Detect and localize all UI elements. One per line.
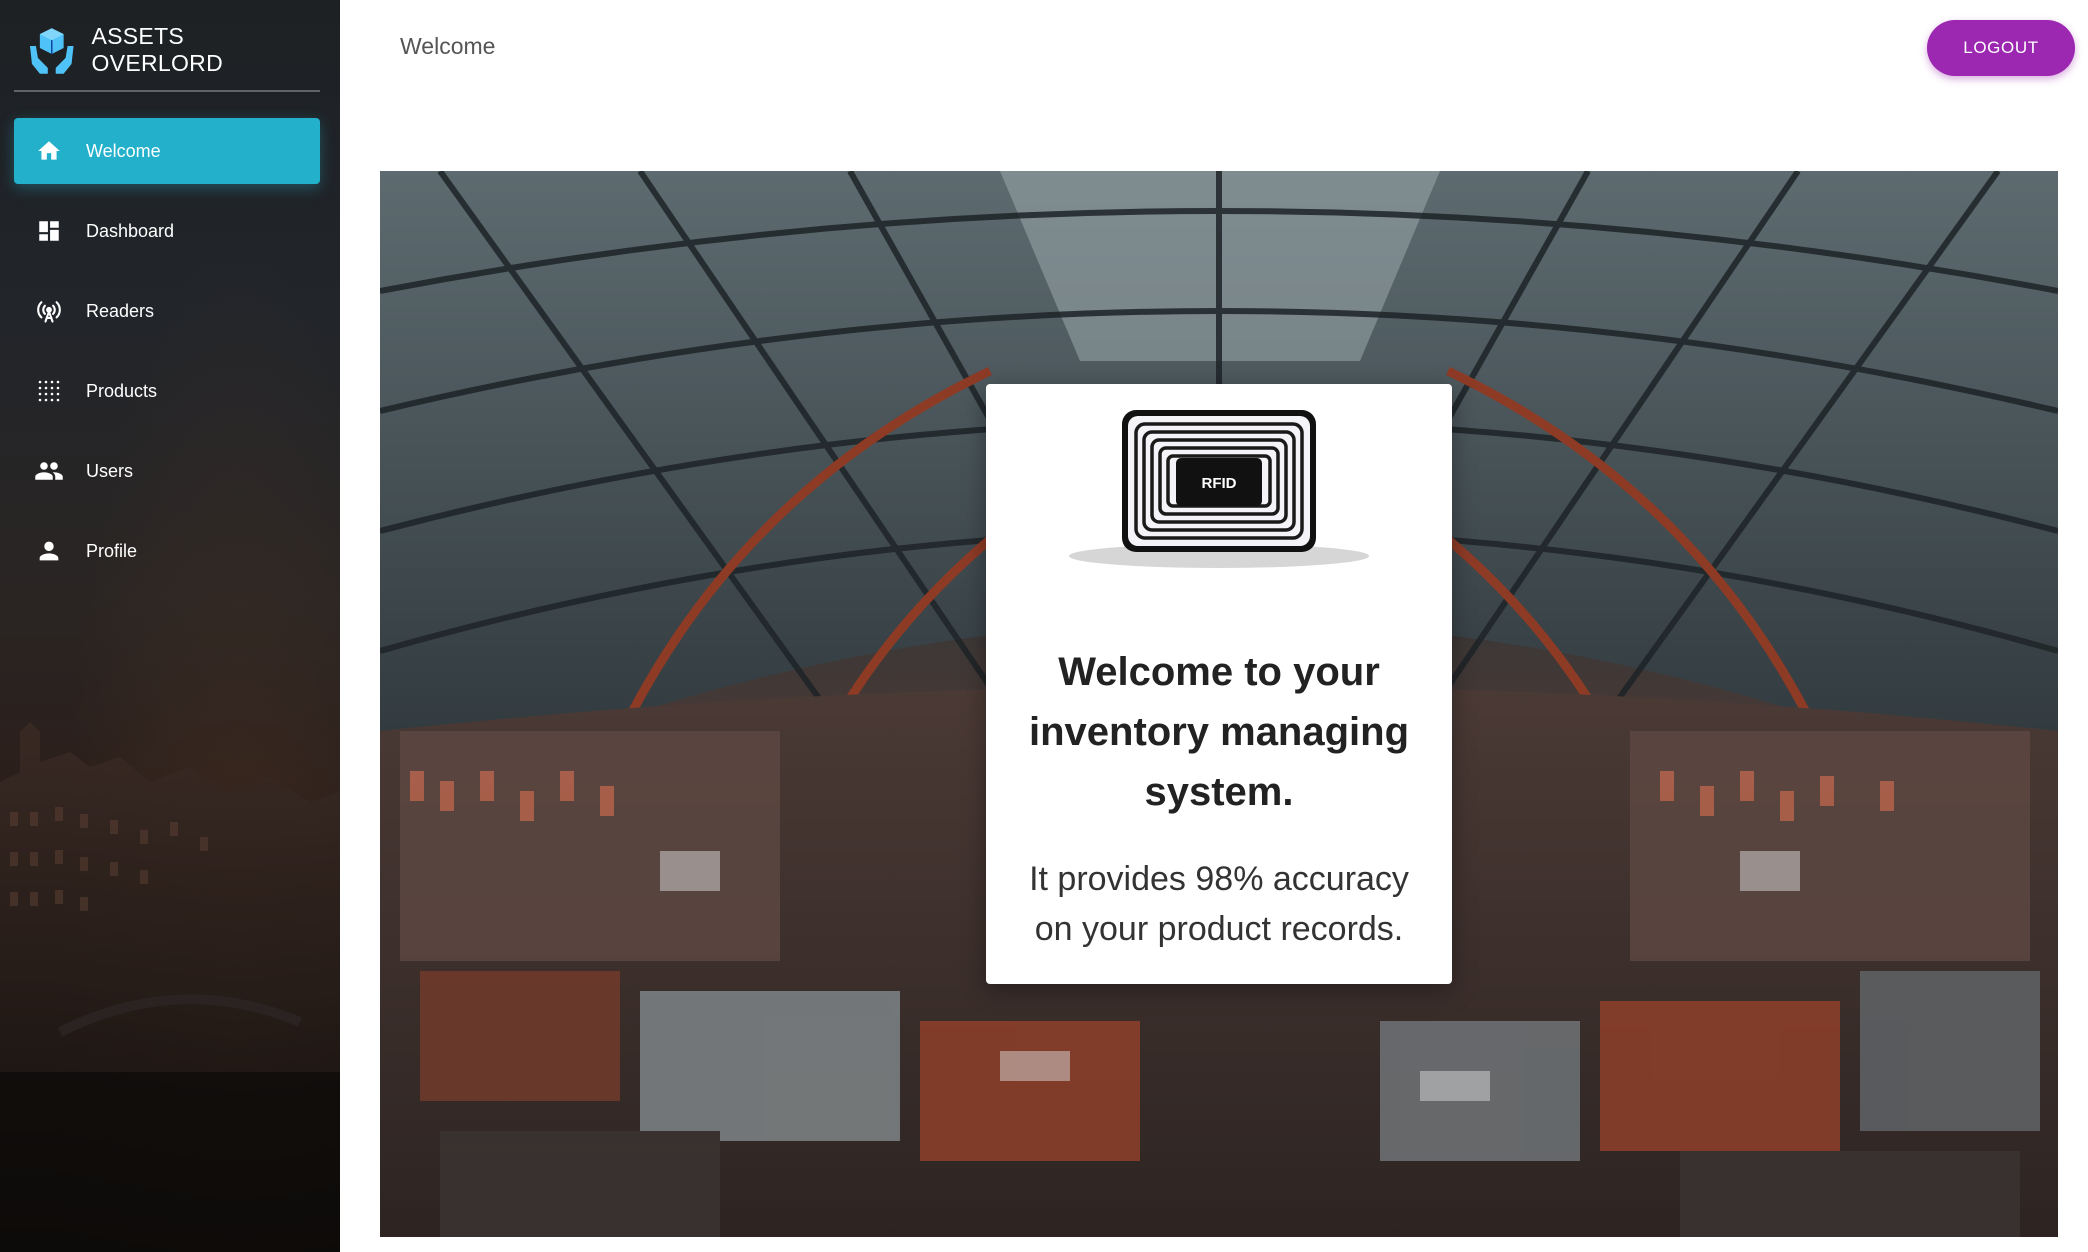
person-icon: [34, 536, 64, 566]
sidebar-background-image: [0, 722, 340, 1252]
app-root: ASSETS OVERLORD Welcome Dashboard Reader…: [0, 0, 2088, 1252]
sidebar-item-welcome[interactable]: Welcome: [14, 118, 320, 184]
welcome-heading: Welcome to your inventory managing syste…: [1028, 650, 1410, 814]
sidebar-item-dashboard[interactable]: Dashboard: [14, 198, 320, 264]
rfid-label: RFID: [1202, 475, 1237, 492]
sidebar-nav: Welcome Dashboard Readers Products Users…: [14, 118, 320, 598]
people-icon: [34, 456, 64, 486]
dashboard-icon: [34, 216, 64, 246]
sidebar-item-readers[interactable]: Readers: [14, 278, 320, 344]
sidebar-item-label: Users: [86, 460, 134, 481]
sidebar-item-profile[interactable]: Profile: [14, 518, 320, 584]
hands-box-logo-icon: [29, 28, 74, 74]
logout-button[interactable]: LOGOUT: [1927, 20, 2075, 76]
sidebar: ASSETS OVERLORD Welcome Dashboard Reader…: [0, 0, 340, 1252]
home-icon: [34, 136, 64, 166]
sidebar-item-label: Products: [86, 380, 158, 401]
brand[interactable]: ASSETS OVERLORD: [14, 18, 320, 92]
sidebar-item-label: Readers: [86, 300, 155, 321]
app-name: ASSETS OVERLORD: [91, 23, 223, 76]
antenna-icon: [34, 296, 64, 326]
rfid-chip-image: RFID: [1069, 410, 1369, 568]
sidebar-item-products[interactable]: Products: [14, 358, 320, 424]
welcome-card: RFID Welcome to your inventory managing …: [986, 384, 1452, 984]
page-title: Welcome: [400, 33, 496, 59]
sidebar-item-label: Dashboard: [86, 220, 175, 241]
sidebar-item-label: Profile: [86, 540, 138, 561]
grid-dots-icon: [34, 376, 64, 406]
sidebar-item-users[interactable]: Users: [14, 438, 320, 504]
welcome-text: It provides 98% accuracy on your product…: [1029, 860, 1409, 948]
sidebar-item-label: Welcome: [86, 140, 161, 161]
